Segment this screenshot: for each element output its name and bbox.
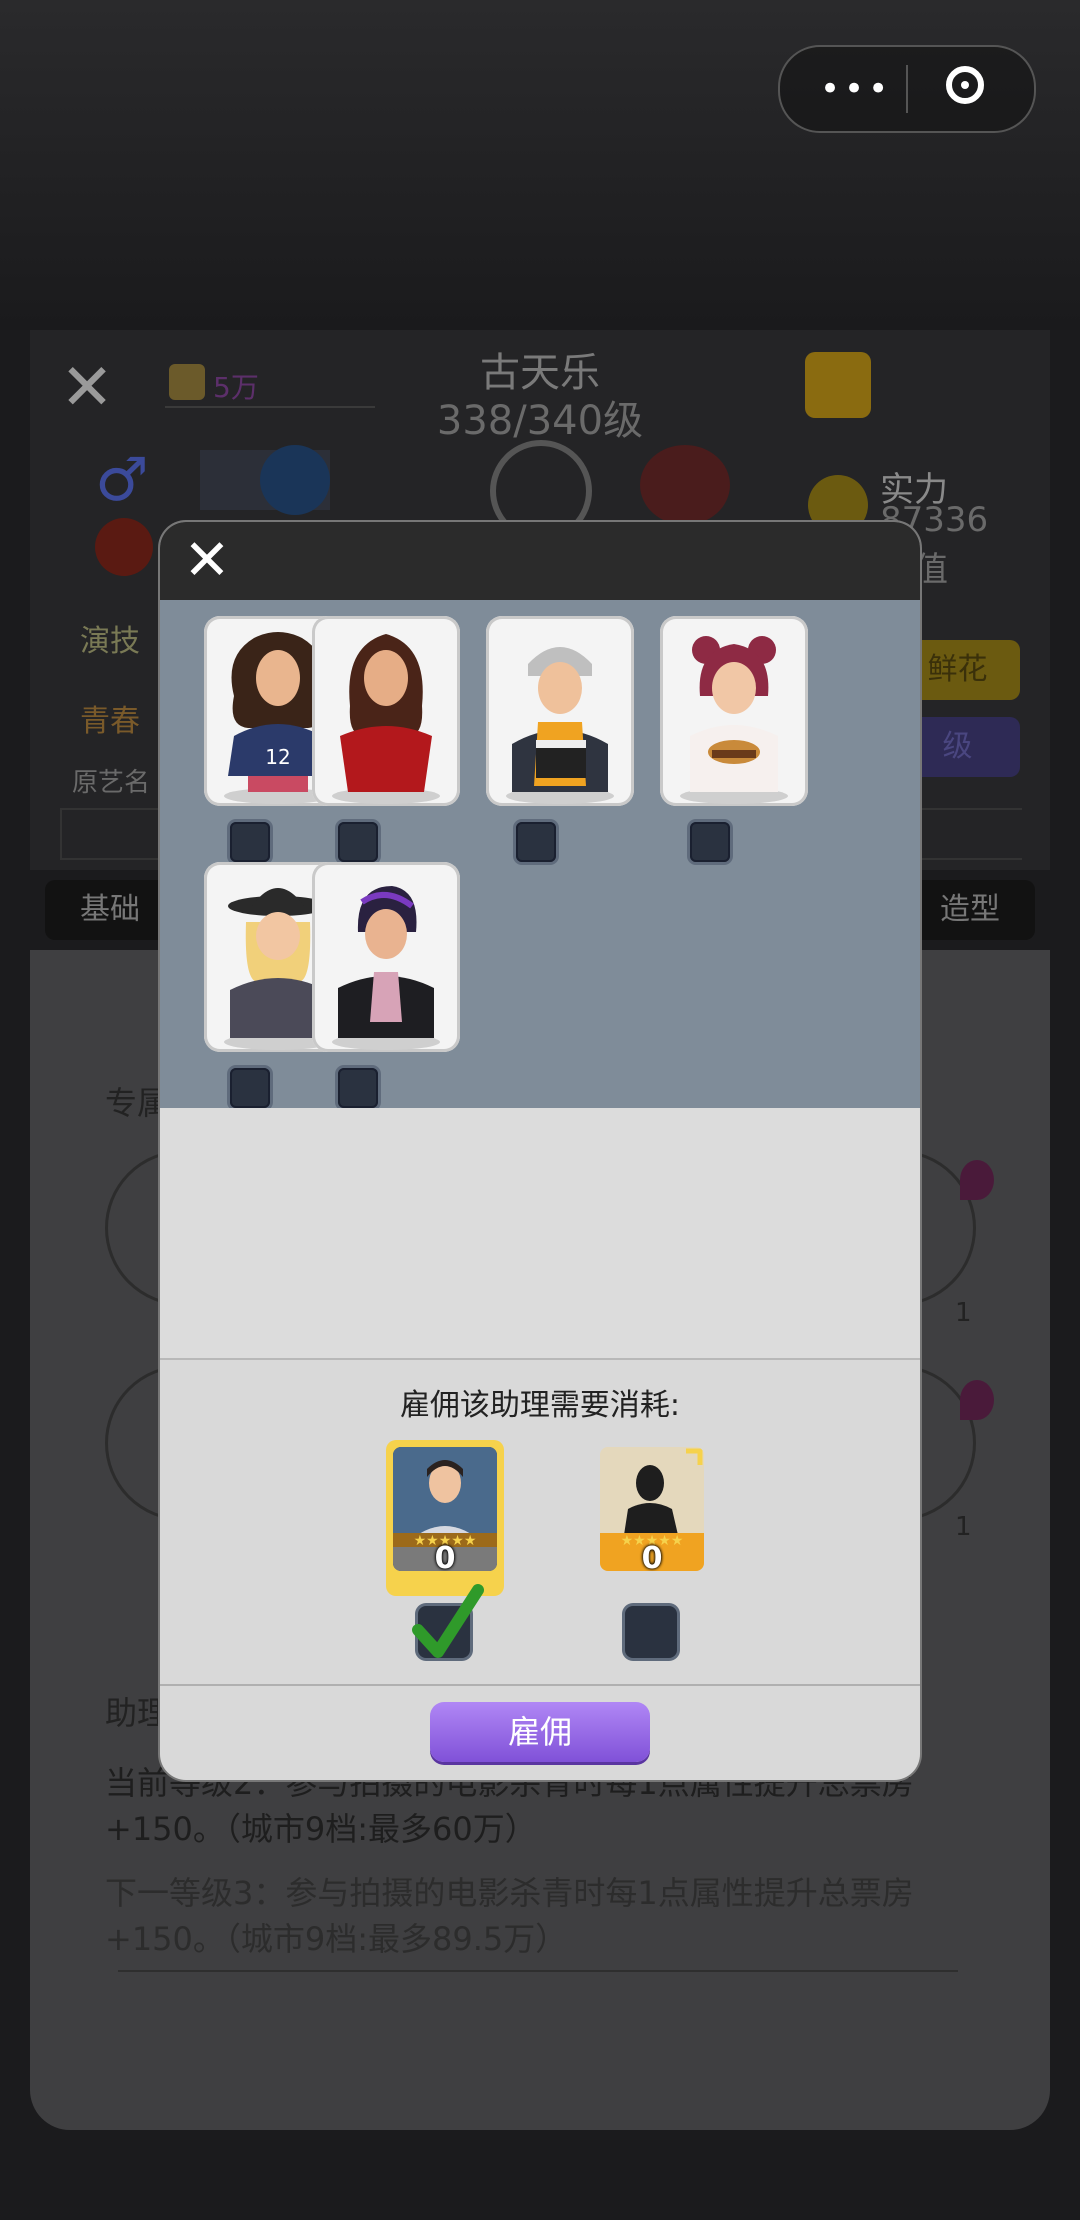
star-level: 338/340级 [436,398,644,444]
slot-level: 1 [955,1512,972,1542]
youth-label: 青春 [80,704,140,739]
divider [160,1684,920,1686]
blue-emblem-icon [260,445,330,515]
close-icon[interactable]: ✕ [180,533,234,589]
assistant-card-chef-girl[interactable] [660,616,808,806]
cost-title: 雇佣该助理需要消耗: [399,1388,681,1423]
assistant-card-leather-jacket-woman[interactable] [312,862,460,1052]
checkmark-icon [412,1584,484,1658]
cost-card-silhouette[interactable]: ★★★★★ 0 [600,1447,704,1571]
tab-basic: 基础 [45,880,175,940]
mini-program-capsule: ••• [778,45,1036,133]
assistant-checkbox[interactable] [338,822,378,862]
dialog-empty-area [160,1108,920,1360]
assistant-checkbox[interactable] [690,822,730,862]
red-emblem-icon [640,445,730,525]
acting-label: 演技 [80,624,140,659]
tab-style: 造型 [905,880,1035,940]
divider [118,1970,958,1972]
more-options-icon[interactable]: ••• [820,69,888,109]
cost-checkbox[interactable] [625,1606,677,1658]
close-miniprogram-icon[interactable] [946,66,984,104]
svg-text:12: 12 [265,745,290,769]
cost-card-male-star[interactable]: ★★★★★ 0 [393,1447,497,1571]
heart-icon [960,1380,994,1420]
assistant-checkbox[interactable] [230,822,270,862]
assistant-checkbox[interactable] [230,1068,270,1108]
red-medal-icon [95,518,153,576]
edit-icon [805,352,871,418]
male-icon: ♂ [95,445,149,515]
next-level-text: 下一等级3：参与拍摄的电影杀青时每1点属性提升总票房+150。（城市9档:最多8… [105,1874,914,1958]
hire-assistant-dialog: ✕ 12 雇佣该助理需要消耗: ★★★★★ 0 ★★★★★ 0 雇佣 [160,522,920,1780]
assistant-card-red-dress-woman[interactable] [312,616,460,806]
assistant-checkbox[interactable] [338,1068,378,1108]
dialog-header [160,522,920,600]
capsule-divider [906,65,908,113]
heart-icon [960,1160,994,1200]
assistant-card-director-boy[interactable] [486,616,634,806]
slot-level: 1 [955,1298,972,1328]
divider [160,1358,920,1360]
cost-count: 0 [434,1541,456,1571]
hire-button[interactable]: 雇佣 [430,1702,650,1762]
original-name-label: 原艺名 [72,768,151,798]
cost-count: 0 [641,1541,663,1571]
assistant-grid: 12 [160,600,920,1108]
assistant-checkbox[interactable] [516,822,556,862]
